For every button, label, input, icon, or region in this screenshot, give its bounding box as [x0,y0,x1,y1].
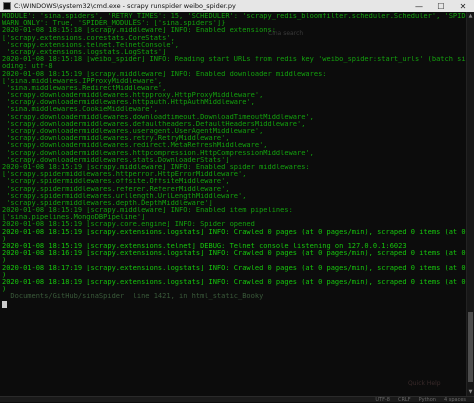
console-line: 'scrapy.spidermiddlewares.urllength.UrlL… [2,192,247,200]
console-line: 'scrapy.downloadermiddlewares.httpproxy.… [2,92,264,100]
minimize-button[interactable]: — [408,0,430,12]
console-line: 2020-01-08 18:15:19 [scrapy.middleware] … [2,163,310,171]
console-line: 2020-01-08 18:15:19 [scrapy.extensions.t… [2,243,407,250]
console-line: MODULE': 'sina.spiders', 'RETRY_TIMES': … [2,13,466,20]
close-button[interactable]: ✕ [452,0,474,12]
console-line: 2020-01-08 18:18:19 [scrapy.extensions.l… [2,278,466,286]
console-line: 'scrapy.downloadermiddlewares.httpcompre… [2,149,314,157]
console-line: 'scrapy.spidermiddlewares.depth.DepthMid… [2,199,213,207]
status-bar: UTF-8 CRLF Python 4 spaces [0,396,474,403]
text-cursor [2,300,7,308]
console-line: ) [2,286,7,294]
maximize-button[interactable]: ☐ [430,0,452,12]
console-line [2,300,466,308]
scrollbar-thumb[interactable] [468,312,473,382]
background-search-hint: Cina search [268,30,304,37]
console-line: 'scrapy.downloadermiddlewares.downloadti… [2,113,314,121]
console-line: 2020-01-08 18:15:19 [scrapy.middleware] … [2,207,293,215]
console-line: ) [2,271,7,279]
console-line: ['scrapy.extensions.corestats.CoreStats'… [2,34,175,42]
console-line: 2020-01-08 18:15:18 [weibo_spider] INFO:… [2,56,466,64]
console-line: 2020-01-08 18:17:19 [scrapy.extensions.l… [2,264,466,272]
console-line: 'scrapy.extensions.logstats.LogStats'] [2,48,167,56]
console-line: ) [2,235,7,243]
console-line: Documents/GitHub/sinaSpider line 1421, i… [2,293,264,301]
console-line: 'scrapy.downloadermiddlewares.httpauth.H… [2,99,255,107]
console-line: ['sina.pipelines.MongoDBPipeline'] [2,214,146,222]
console-line: 2020-01-08 18:15:18 [scrapy.middleware] … [2,27,276,35]
vertical-scrollbar[interactable]: ▲ ▼ [466,12,474,396]
console-line: 'scrapy.downloadermiddlewares.retry.Retr… [2,135,230,143]
console-line: 'sina.middlewares.CookieMiddleware', [2,106,158,114]
console-line: oding: utf-8 [2,63,53,71]
console-line: 'scrapy.spidermiddlewares.offsite.Offsit… [2,178,230,186]
console-line: 'scrapy.spidermiddlewares.referer.Refere… [2,185,230,193]
console-line: 'scrapy.downloadermiddlewares.stats.Down… [2,156,230,164]
console-line: 'scrapy.downloadermiddlewares.redirect.M… [2,142,268,150]
window-controls: — ☐ ✕ [408,0,474,12]
console-line: WARN_ONLY': True, 'SPIDER_MODULES': ['si… [2,20,226,28]
scroll-up-arrow-icon[interactable]: ▲ [467,12,474,20]
console-line: ['sina.middlewares.IPProxyMiddleware', [2,77,163,85]
console-line: 'scrapy.downloadermiddlewares.useragent.… [2,128,264,135]
console-line: 2020-01-08 18:15:19 [scrapy.extensions.l… [2,228,466,236]
console-line: ['scrapy.spidermiddlewares.httperror.Htt… [2,171,247,179]
background-help-hint: Quick Help [408,380,441,387]
console-line: 2020-01-08 18:16:19 [scrapy.extensions.l… [2,250,466,258]
cmd-icon [3,2,11,10]
console-line: 2020-01-08 18:15:19 [scrapy.core.engine]… [2,221,255,229]
console-line: 'scrapy.extensions.telnet.TelnetConsole'… [2,41,180,49]
console-output[interactable]: MODULE': 'sina.spiders', 'RETRY_TIMES': … [0,12,466,396]
window-title: C:\WINDOWS\system32\cmd.exe - scrapy run… [14,2,236,10]
console-line: 'scrapy.downloadermiddlewares.defaulthea… [2,120,306,128]
console-line: 2020-01-08 18:15:19 [scrapy.middleware] … [2,70,327,78]
console-line: ) [2,257,7,265]
title-bar[interactable]: C:\WINDOWS\system32\cmd.exe - scrapy run… [0,0,474,12]
scroll-down-arrow-icon[interactable]: ▼ [467,388,474,396]
console-line: 'sina.middlewares.RedirectMiddleware', [2,84,167,92]
